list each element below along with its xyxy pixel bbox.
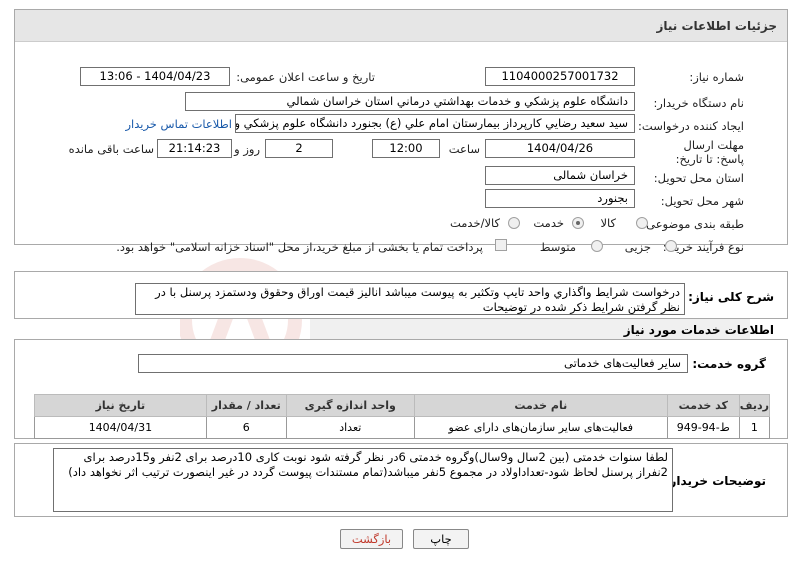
- buyer-contact-link[interactable]: اطلاعات تماس خریدار: [125, 117, 232, 131]
- category-radio-goods-service[interactable]: [508, 217, 520, 229]
- page-title: جزئیات اطلاعات نیاز: [656, 19, 777, 33]
- days-field: 2: [265, 139, 333, 158]
- category-label: طبقه بندی موضوعی:: [642, 217, 744, 231]
- creator-label: ایجاد کننده درخواست:: [638, 119, 744, 133]
- process-option-minor: جزیی: [624, 240, 651, 254]
- days-label: روز و: [234, 142, 260, 156]
- services-section-title: اطلاعات خدمات مورد نیاز: [623, 323, 774, 337]
- table-row: 1 ط-94-949 فعالیت‌های سایر سازمان‌های دا…: [34, 416, 771, 439]
- back-button[interactable]: بازگشت: [340, 529, 403, 549]
- cell-name: فعالیت‌های سایر سازمان‌های دارای عضو: [413, 416, 668, 439]
- time-label: ساعت: [448, 142, 480, 156]
- province-label: استان محل تحویل:: [653, 171, 744, 185]
- table-header-row: ردیف کد خدمت نام خدمت واحد اندازه گیری ت…: [34, 394, 771, 417]
- print-button[interactable]: چاپ: [413, 529, 469, 549]
- remaining-time-field: 21:14:23: [157, 139, 232, 158]
- category-radio-goods[interactable]: [636, 217, 648, 229]
- creator-field: سيد سعيد رضايي كارپرداز بيمارستان امام ع…: [235, 114, 635, 133]
- province-field: خراسان شمالی: [485, 166, 635, 185]
- city-label: شهر محل تحویل:: [660, 194, 744, 208]
- description-label: شرح کلی نیاز:: [688, 290, 774, 304]
- notes-label: توضیحات خریدار:: [664, 474, 766, 488]
- page-header: جزئیات اطلاعات نیاز: [15, 10, 787, 42]
- cell-unit: تعداد: [285, 416, 415, 439]
- cell-row: 1: [738, 416, 771, 439]
- col-row: ردیف: [738, 394, 771, 417]
- cell-code: ط-94-949: [666, 416, 740, 439]
- remaining-label: ساعت باقی مانده: [68, 142, 154, 156]
- process-radio-medium[interactable]: [591, 240, 603, 252]
- buyer-org-label: نام دستگاه خریدار:: [653, 96, 744, 110]
- announce-field: 1404/04/23 - 13:06: [80, 67, 230, 86]
- city-field: بجنورد: [485, 189, 635, 208]
- category-option-goods-service: کالا/خدمت: [449, 216, 500, 230]
- services-table: ردیف کد خدمت نام خدمت واحد اندازه گیری ت…: [34, 394, 771, 439]
- buyer-org-field: دانشگاه علوم پزشكي و خدمات بهداشتي درمان…: [185, 92, 635, 111]
- payment-checkbox[interactable]: [495, 239, 507, 251]
- announce-label: تاریخ و ساعت اعلان عمومی:: [236, 70, 375, 84]
- deadline-label: مهلت ارسال پاسخ: تا تاریخ:: [675, 138, 744, 166]
- deadline-date-field: 1404/04/26: [485, 139, 635, 158]
- col-qty: تعداد / مقدار: [205, 394, 287, 417]
- col-date: تاریخ نیاز: [34, 394, 207, 417]
- payment-note: پرداخت تمام یا بخشی از مبلغ خرید،از محل …: [116, 240, 483, 254]
- need-number-label: شماره نیاز:: [689, 70, 744, 84]
- col-unit: واحد اندازه گیری: [285, 394, 415, 417]
- cell-qty: 6: [205, 416, 287, 439]
- process-option-medium: متوسط: [539, 240, 576, 254]
- process-radio-minor[interactable]: [665, 240, 677, 252]
- need-number-field: 1104000257001732: [485, 67, 635, 86]
- category-option-service: خدمت: [533, 216, 564, 230]
- service-group-label: گروه خدمت:: [692, 357, 766, 371]
- description-textarea: درخواست شرايط واگذاري واحد تايپ وتكثير ب…: [135, 283, 685, 315]
- notes-textarea: لطفا سنوات خدمتی (بین 2سال و9سال)وگروه خ…: [53, 448, 673, 512]
- category-radio-service[interactable]: [572, 217, 584, 229]
- category-option-goods: کالا: [600, 216, 616, 230]
- col-name: نام خدمت: [413, 394, 668, 417]
- deadline-time-field: 12:00: [372, 139, 440, 158]
- cell-date: 1404/04/31: [34, 416, 207, 439]
- col-code: کد خدمت: [666, 394, 740, 417]
- service-group-field: سایر فعالیت‌های خدماتی: [138, 354, 688, 373]
